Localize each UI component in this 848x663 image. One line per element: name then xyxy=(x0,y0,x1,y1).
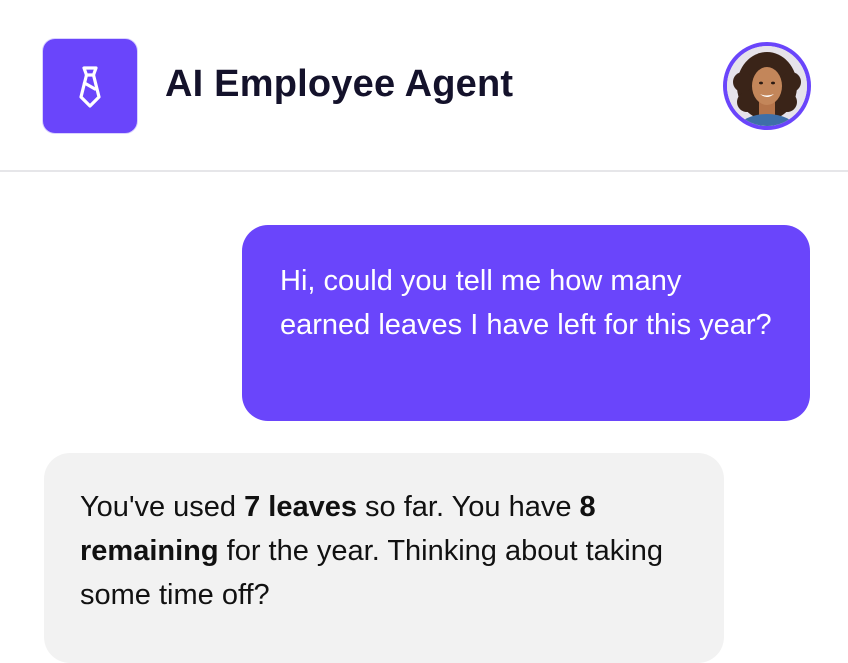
used-leaves-count: 7 leaves xyxy=(244,491,357,523)
agent-reply-bubble: You've used 7 leaves so far. You have 8 … xyxy=(44,453,724,663)
user-message-text: Hi, could you tell me how many earned le… xyxy=(280,265,772,341)
avatar[interactable] xyxy=(723,42,811,130)
app-header: AI Employee Agent xyxy=(0,0,848,172)
app-logo xyxy=(43,39,137,133)
page-title: AI Employee Agent xyxy=(165,63,514,105)
user-message-bubble: Hi, could you tell me how many earned le… xyxy=(242,225,810,421)
agent-reply-text: You've used 7 leaves so far. You have 8 … xyxy=(80,491,664,611)
